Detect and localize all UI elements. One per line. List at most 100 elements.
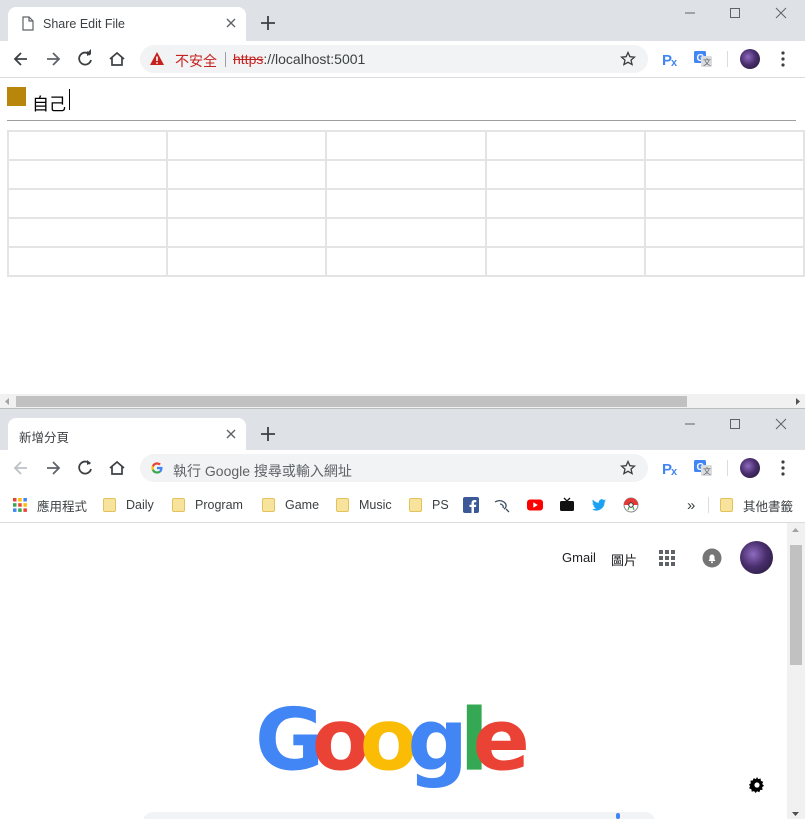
table-cell[interactable] (6, 188, 169, 219)
svg-text:文: 文 (703, 57, 711, 67)
table-cell[interactable] (484, 217, 646, 248)
omnibox-divider (225, 52, 226, 67)
new-tab-icon[interactable] (258, 13, 278, 33)
bookmark-star-icon[interactable] (620, 460, 636, 476)
scroll-up-icon[interactable] (791, 526, 800, 535)
table-cell[interactable] (643, 217, 805, 248)
close-tab-icon[interactable] (224, 427, 238, 441)
edit-table (6, 130, 805, 277)
pokeball-icon[interactable] (623, 497, 639, 513)
profile-avatar[interactable] (740, 49, 760, 69)
maximize-icon[interactable] (723, 415, 747, 433)
bookmark-apps[interactable]: 應用程式 (13, 496, 87, 514)
reload-icon[interactable] (75, 458, 95, 478)
scrollbar-thumb[interactable] (16, 396, 687, 407)
tab-strip: 新增分頁 (0, 409, 805, 450)
menu-kebab-icon[interactable] (773, 458, 793, 478)
tab-new-tab[interactable]: 新增分頁 (8, 418, 246, 450)
reload-icon[interactable] (75, 49, 95, 69)
table-cell[interactable] (484, 130, 646, 161)
warning-icon[interactable] (149, 51, 165, 67)
bookmark-other[interactable]: 其他書籤 (720, 496, 793, 514)
bookmark-folder-program[interactable]: Program (172, 496, 243, 514)
tv-icon[interactable] (559, 497, 575, 513)
back-icon[interactable] (11, 49, 31, 69)
minimize-icon[interactable] (678, 415, 702, 433)
table-cell[interactable] (325, 130, 487, 161)
svg-text:x: x (671, 57, 678, 69)
table-cell[interactable] (166, 188, 328, 219)
table-cell[interactable] (6, 130, 169, 161)
table-cell[interactable] (166, 217, 328, 248)
facebook-icon[interactable] (463, 497, 479, 513)
bookmark-star-icon[interactable] (620, 51, 636, 67)
profile-avatar[interactable] (740, 458, 760, 478)
bookmark-folder-ps[interactable]: PS (409, 496, 449, 514)
google-translate-icon[interactable]: G文 (693, 49, 713, 69)
scroll-down-icon[interactable] (791, 810, 800, 819)
px-extension-icon[interactable]: Px (661, 458, 681, 478)
table-cell[interactable] (6, 159, 169, 190)
table-cell[interactable] (643, 159, 805, 190)
youtube-icon[interactable] (527, 497, 543, 513)
close-window-icon[interactable] (769, 415, 793, 433)
scrollbar-thumb[interactable] (790, 545, 802, 665)
scroll-right-icon[interactable] (793, 397, 802, 406)
bookmark-label: PS (432, 498, 449, 512)
forward-icon[interactable] (43, 458, 63, 478)
vertical-scrollbar[interactable] (787, 523, 805, 819)
back-icon[interactable] (11, 458, 31, 478)
table-cell[interactable] (484, 188, 646, 219)
table-cell[interactable] (325, 188, 487, 219)
table-cell[interactable] (166, 130, 328, 161)
bookmark-folder-daily[interactable]: Daily (103, 496, 154, 514)
customize-gear-icon[interactable] (749, 777, 765, 793)
bookmark-folder-music[interactable]: Music (336, 496, 392, 514)
table-cell[interactable] (484, 246, 646, 277)
new-tab-icon[interactable] (258, 424, 278, 444)
minimize-icon[interactable] (678, 4, 702, 22)
twitter-icon[interactable] (591, 497, 607, 513)
bookmark-label: 應用程式 (37, 499, 88, 514)
table-cell[interactable] (166, 159, 328, 190)
google-search-box[interactable] (143, 812, 655, 819)
bookmarks-overflow-chevron[interactable]: » (687, 496, 695, 514)
gmail-link[interactable]: Gmail (562, 550, 596, 565)
table-cell[interactable] (325, 159, 487, 190)
table-cell[interactable] (484, 159, 646, 190)
table-cell[interactable] (643, 188, 805, 219)
maximize-icon[interactable] (723, 4, 747, 22)
table-cell[interactable] (6, 217, 169, 248)
table-cell[interactable] (166, 246, 328, 277)
scroll-left-icon[interactable] (3, 397, 12, 406)
bookmark-label: Music (359, 498, 392, 512)
notifications-bell-icon[interactable] (702, 548, 722, 568)
px-extension-icon[interactable]: Px (661, 49, 681, 69)
horizontal-scrollbar[interactable] (0, 394, 805, 408)
address-bar[interactable]: 執行 Google 搜尋或輸入網址 (140, 454, 648, 482)
images-link[interactable]: 圖片 (611, 550, 637, 569)
address-bar[interactable]: 不安全 https://localhost:5001 (140, 45, 648, 73)
color-swatch[interactable] (7, 87, 26, 106)
editor-text[interactable]: 自己 (32, 90, 66, 115)
kali-dragon-icon[interactable] (494, 497, 510, 513)
close-tab-icon[interactable] (224, 16, 238, 30)
bookmark-label: 其他書籤 (743, 499, 794, 514)
google-translate-icon[interactable]: G文 (693, 458, 713, 478)
google-new-tab-page: Gmail 圖片 Google (0, 523, 805, 819)
google-account-avatar[interactable] (740, 541, 773, 574)
table-cell[interactable] (643, 246, 805, 277)
bookmark-folder-game[interactable]: Game (262, 496, 319, 514)
forward-icon[interactable] (43, 49, 63, 69)
home-icon[interactable] (107, 458, 127, 478)
tab-share-edit-file[interactable]: Share Edit File (8, 7, 246, 41)
voice-search-icon[interactable] (612, 813, 624, 819)
close-window-icon[interactable] (769, 4, 793, 22)
google-apps-icon[interactable] (658, 549, 676, 567)
table-cell[interactable] (6, 246, 169, 277)
table-cell[interactable] (325, 217, 487, 248)
home-icon[interactable] (107, 49, 127, 69)
table-cell[interactable] (643, 130, 805, 161)
menu-kebab-icon[interactable] (773, 49, 793, 69)
table-cell[interactable] (325, 246, 487, 277)
